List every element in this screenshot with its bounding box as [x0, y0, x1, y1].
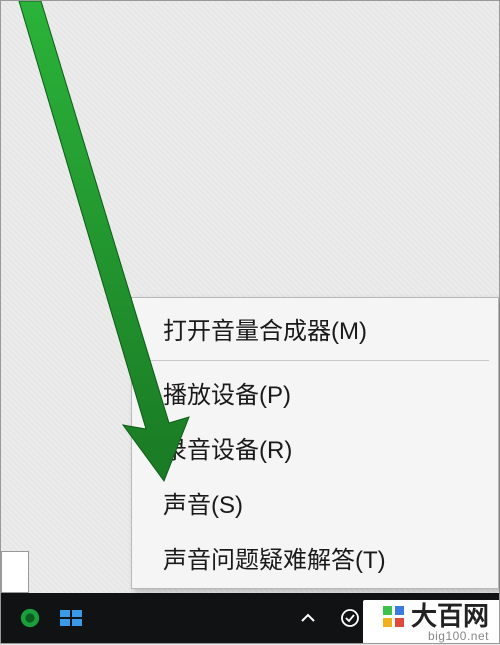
watermark-title: 大百网	[411, 603, 489, 630]
menu-item-label: 声音问题疑难解答(T)	[163, 547, 386, 574]
volume-context-menu: 打开音量合成器(M) 播放设备(P) 录音设备(R) 声音(S) 声音问题疑难解…	[131, 297, 499, 589]
menu-item-label: 打开音量合成器(M)	[163, 318, 367, 345]
window-edge-tab	[1, 551, 29, 593]
menu-item-label: 录音设备(R)	[163, 437, 292, 464]
menu-item-open-mixer[interactable]: 打开音量合成器(M)	[133, 301, 497, 356]
watermark-subtitle: big100.net	[381, 630, 489, 643]
tray-icon-app2[interactable]	[57, 603, 87, 633]
menu-item-recording-devices[interactable]: 录音设备(R)	[133, 420, 497, 475]
menu-item-label: 声音(S)	[163, 492, 243, 519]
watermark-logo-icon	[381, 604, 407, 630]
menu-item-sounds[interactable]: 声音(S)	[133, 475, 497, 530]
watermark: 大百网 big100.net	[363, 600, 499, 643]
menu-item-playback-devices[interactable]: 播放设备(P)	[133, 365, 497, 420]
tray-icon-generic[interactable]	[335, 603, 365, 633]
chevron-up-icon[interactable]	[293, 603, 323, 633]
menu-separator	[141, 360, 489, 361]
tray-icon-app1[interactable]	[15, 603, 45, 633]
menu-item-label: 播放设备(P)	[163, 382, 291, 409]
menu-item-troubleshoot[interactable]: 声音问题疑难解答(T)	[133, 530, 497, 585]
